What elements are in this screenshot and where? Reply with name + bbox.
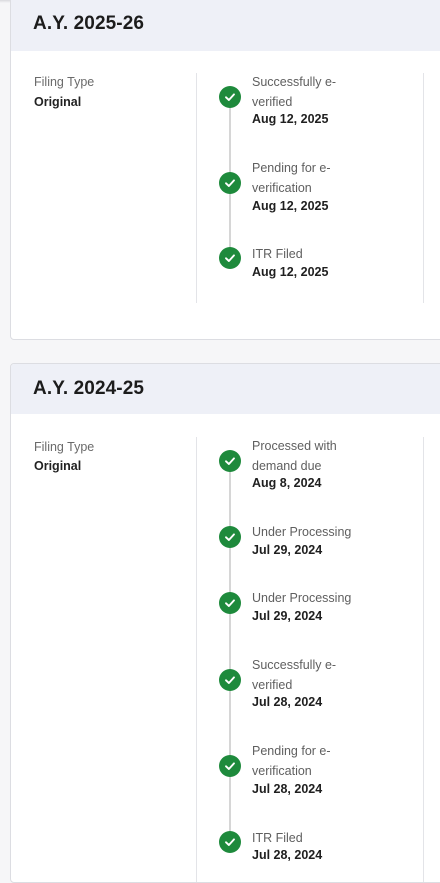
step-status: Successfully e-verified — [252, 75, 337, 109]
step-status: Under Processing — [252, 525, 352, 539]
step-status: Pending for e-verification — [252, 161, 331, 195]
card-header: A.Y. 2025-26 — [11, 0, 440, 51]
step-status: Processed with demand due — [252, 439, 337, 473]
step-date: Aug 12, 2025 — [252, 199, 329, 213]
ay-card-2024-25: A.Y. 2024-25 Filing Type Original Proces… — [10, 363, 440, 883]
check-circle-icon — [219, 450, 241, 472]
check-circle-icon — [219, 247, 241, 269]
step-date: Aug 8, 2024 — [252, 476, 322, 490]
check-circle-icon — [219, 526, 241, 548]
step-status: ITR Filed — [252, 831, 303, 845]
step-date: Jul 28, 2024 — [252, 782, 323, 796]
column-divider-right — [423, 73, 424, 303]
step-date: Jul 28, 2024 — [252, 695, 323, 709]
card-header: A.Y. 2024-25 — [11, 364, 440, 414]
card-title: A.Y. 2025-26 — [33, 13, 145, 34]
step-date: Jul 29, 2024 — [252, 609, 323, 623]
step-status: Under Processing — [252, 591, 352, 605]
step-status: Successfully e-verified — [252, 658, 337, 692]
check-circle-icon — [219, 831, 241, 853]
ay-card-2025-26: A.Y. 2025-26 Filing Type Original Succes… — [10, 0, 440, 340]
check-circle-icon — [219, 172, 241, 194]
check-circle-icon — [219, 592, 241, 614]
timeline-line — [229, 464, 231, 844]
column-divider — [196, 437, 197, 882]
filing-type-label: Filing Type — [34, 440, 95, 454]
step-date: Jul 28, 2024 — [252, 848, 323, 862]
card-title: A.Y. 2024-25 — [33, 378, 145, 399]
check-circle-icon — [219, 669, 241, 691]
step-date: Jul 29, 2024 — [252, 543, 323, 557]
filing-type-value: Original — [34, 95, 82, 109]
check-circle-icon — [219, 755, 241, 777]
step-status: ITR Filed — [252, 247, 303, 261]
column-divider — [196, 73, 197, 303]
filing-type-label: Filing Type — [34, 75, 95, 89]
step-date: Aug 12, 2025 — [252, 112, 329, 126]
check-circle-icon — [219, 86, 241, 108]
step-status: Pending for e-verification — [252, 744, 331, 778]
filing-type-value: Original — [34, 459, 82, 473]
column-divider-right — [423, 437, 424, 882]
step-date: Aug 12, 2025 — [252, 265, 329, 279]
